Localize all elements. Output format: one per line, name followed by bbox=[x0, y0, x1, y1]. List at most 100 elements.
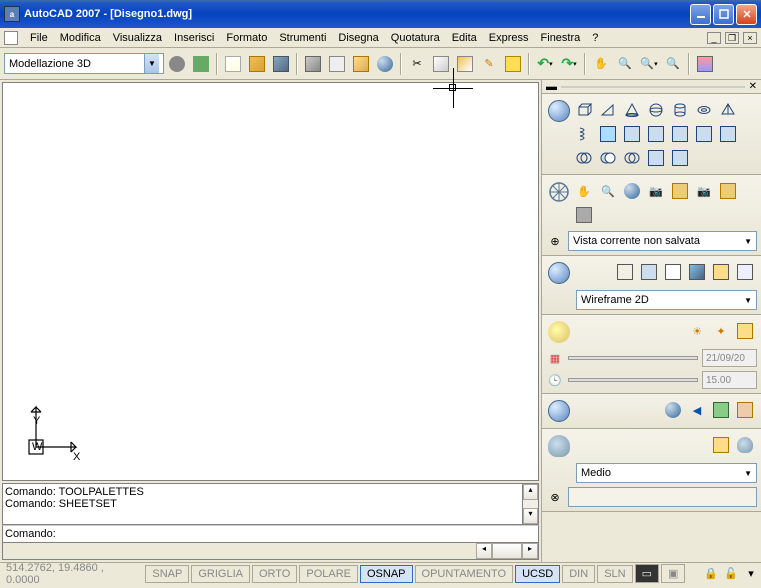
zoom-button[interactable]: 🔍 bbox=[598, 181, 618, 201]
scroll-right-button[interactable]: ▸ bbox=[522, 543, 538, 559]
3dwalk-button[interactable] bbox=[670, 181, 690, 201]
cylinder-button[interactable] bbox=[670, 100, 690, 120]
render-crop-button[interactable] bbox=[735, 435, 755, 455]
material-map-button[interactable] bbox=[735, 400, 755, 420]
panel-category-visualstyle-icon[interactable] bbox=[546, 260, 572, 286]
menu-strumenti[interactable]: Strumenti bbox=[273, 30, 332, 46]
animation-button[interactable] bbox=[718, 181, 738, 201]
status-lock-icon[interactable]: 🔓 bbox=[721, 564, 741, 584]
block-editor-button[interactable] bbox=[502, 53, 524, 75]
date-field[interactable] bbox=[702, 349, 757, 367]
zoom-previous-button[interactable]: 🔍 bbox=[662, 53, 684, 75]
render-output-combo[interactable] bbox=[568, 487, 757, 507]
vs-3dwireframe-button[interactable] bbox=[639, 262, 659, 282]
menu-help[interactable]: ? bbox=[586, 30, 604, 46]
copy-button[interactable] bbox=[430, 53, 452, 75]
status-model-button[interactable]: ▭ bbox=[635, 564, 659, 583]
scroll-left-button[interactable]: ◂ bbox=[476, 543, 492, 559]
match-properties-button[interactable]: ✎ bbox=[478, 53, 500, 75]
cut-button[interactable]: ✂ bbox=[406, 53, 428, 75]
camera-button[interactable]: 📷 bbox=[694, 181, 714, 201]
render-preset-combo[interactable]: Medio ▼ bbox=[576, 463, 757, 483]
workspace-combo[interactable]: Modellazione 3D ▼ bbox=[4, 53, 164, 74]
menu-finestra[interactable]: Finestra bbox=[535, 30, 587, 46]
redo-button[interactable]: ↷▾ bbox=[558, 53, 580, 75]
planar-surface-button[interactable] bbox=[646, 148, 666, 168]
mdi-restore-button[interactable]: ❐ bbox=[725, 32, 739, 44]
box-button[interactable] bbox=[574, 100, 594, 120]
status-polare[interactable]: POLARE bbox=[299, 565, 358, 583]
extrude-button[interactable] bbox=[622, 124, 642, 144]
revolve-button[interactable] bbox=[694, 124, 714, 144]
zoom-realtime-button[interactable]: 🔍 bbox=[614, 53, 636, 75]
menu-disegna[interactable]: Disegna bbox=[332, 30, 384, 46]
plot-button[interactable] bbox=[302, 53, 324, 75]
render-button[interactable] bbox=[711, 435, 731, 455]
loft-button[interactable] bbox=[718, 124, 738, 144]
mdi-close-button[interactable]: × bbox=[743, 32, 757, 44]
status-din[interactable]: DIN bbox=[562, 565, 595, 583]
menu-visualizza[interactable]: Visualizza bbox=[107, 30, 168, 46]
command-history[interactable]: Comando: TOOLPALETTES Comando: SHEETSET bbox=[2, 483, 523, 525]
materials-button[interactable] bbox=[663, 400, 683, 420]
walkfly-button[interactable] bbox=[574, 205, 594, 225]
vs-manage-button[interactable] bbox=[735, 262, 755, 282]
status-osnap[interactable]: OSNAP bbox=[360, 565, 413, 583]
new-button[interactable] bbox=[222, 53, 244, 75]
3d-dwf-button[interactable] bbox=[374, 53, 396, 75]
scroll-up-button[interactable]: ▴ bbox=[523, 484, 538, 500]
pan-button[interactable]: ✋ bbox=[574, 181, 594, 201]
command-hscrollbar[interactable]: ◂ ▸ bbox=[2, 543, 539, 560]
calendar-icon[interactable]: ▦ bbox=[546, 352, 564, 365]
status-ucsd[interactable]: UCSD bbox=[515, 565, 560, 583]
cone-button[interactable] bbox=[622, 100, 642, 120]
wedge-button[interactable] bbox=[598, 100, 618, 120]
panel-category-navigate-icon[interactable] bbox=[546, 179, 572, 205]
menu-file[interactable]: File bbox=[24, 30, 54, 46]
status-griglia[interactable]: GRIGLIA bbox=[191, 565, 250, 583]
time-field[interactable] bbox=[702, 371, 757, 389]
command-vscrollbar[interactable]: ▴ ▾ bbox=[523, 483, 539, 525]
document-icon[interactable] bbox=[4, 31, 18, 45]
menu-express[interactable]: Express bbox=[483, 30, 535, 46]
visualstyle-combo[interactable]: Wireframe 2D ▼ bbox=[576, 290, 757, 310]
menu-quotatura[interactable]: Quotatura bbox=[385, 30, 446, 46]
subtract-button[interactable] bbox=[598, 148, 618, 168]
save-button[interactable] bbox=[270, 53, 292, 75]
zoom-window-button[interactable]: 🔍▾ bbox=[638, 53, 660, 75]
status-orto[interactable]: ORTO bbox=[252, 565, 297, 583]
coordinates-display[interactable]: 514.2762, 19.4860 , 0.0000 bbox=[0, 560, 140, 588]
solidedit-button[interactable] bbox=[670, 148, 690, 168]
intersect-button[interactable] bbox=[622, 148, 642, 168]
pyramid-button[interactable] bbox=[718, 100, 738, 120]
publish-button[interactable] bbox=[350, 53, 372, 75]
material-library-button[interactable] bbox=[711, 400, 731, 420]
helix-button[interactable] bbox=[574, 124, 594, 144]
scroll-down-button[interactable]: ▾ bbox=[523, 508, 538, 524]
maximize-button[interactable] bbox=[713, 4, 734, 25]
scroll-track[interactable] bbox=[523, 500, 538, 508]
target-icon[interactable]: ⊗ bbox=[546, 491, 564, 504]
light-spot-button[interactable]: ✦ bbox=[711, 321, 731, 341]
light-point-button[interactable]: ☀ bbox=[687, 321, 707, 341]
vs-2dwireframe-button[interactable] bbox=[615, 262, 635, 282]
panel-close-button[interactable]: ✕ bbox=[749, 81, 757, 92]
3dswivel-button[interactable]: 📷 bbox=[646, 181, 666, 201]
light-distant-button[interactable] bbox=[735, 321, 755, 341]
status-snap[interactable]: SNAP bbox=[145, 565, 189, 583]
vs-conceptual-button[interactable] bbox=[711, 262, 731, 282]
workspace-settings-button[interactable] bbox=[166, 53, 188, 75]
plot-preview-button[interactable] bbox=[326, 53, 348, 75]
minimize-button[interactable] bbox=[690, 4, 711, 25]
scroll-thumb[interactable] bbox=[492, 543, 522, 559]
close-button[interactable] bbox=[736, 4, 757, 25]
paste-button[interactable] bbox=[454, 53, 476, 75]
menu-inserisci[interactable]: Inserisci bbox=[168, 30, 220, 46]
panel-category-materials-icon[interactable] bbox=[546, 398, 572, 424]
undo-button[interactable]: ↶▾ bbox=[534, 53, 556, 75]
panel-header[interactable]: ▬ ✕ bbox=[542, 80, 761, 94]
projection-icon[interactable]: ⊕ bbox=[546, 235, 564, 248]
status-sln[interactable]: SLN bbox=[597, 565, 632, 583]
3dorbit-button[interactable] bbox=[622, 181, 642, 201]
presspull-button[interactable] bbox=[646, 124, 666, 144]
